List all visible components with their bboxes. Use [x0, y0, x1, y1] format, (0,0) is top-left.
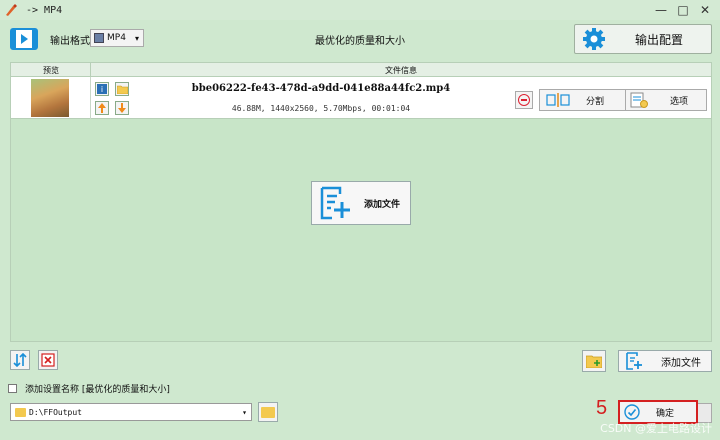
- format-value: MP4: [107, 33, 126, 43]
- output-path-select[interactable]: D:\FFOutput ▾: [10, 403, 252, 421]
- bottom-toolbar: 添加文件: [0, 350, 720, 374]
- preset-name-checkbox[interactable]: [8, 383, 17, 393]
- svg-text:i: i: [101, 85, 103, 94]
- split-label: 分割: [586, 96, 605, 107]
- split-button[interactable]: 分割: [539, 89, 631, 111]
- add-file-icon: [626, 352, 642, 370]
- maximize-button[interactable]: □: [672, 0, 694, 20]
- folder-icon: [261, 406, 275, 418]
- split-icon: [546, 93, 570, 107]
- format-select[interactable]: MP4 ▾: [90, 29, 144, 47]
- watermark: CSDN @爱上电路设计: [600, 422, 712, 435]
- options-button[interactable]: 选项: [625, 89, 707, 111]
- window-title: -> MP4: [26, 4, 63, 16]
- minimize-button[interactable]: —: [650, 0, 672, 20]
- format-label: 输出格式: [50, 36, 90, 47]
- preset-name-row: 添加设置名称 [最优化的质量和大小]: [8, 382, 170, 395]
- info-button[interactable]: i: [95, 82, 109, 96]
- step-number-annotation: 5: [596, 397, 608, 419]
- file-list: 预览 文件信息 i bbe06222-fe43-478d-a9dd-041e88…: [10, 62, 712, 342]
- add-folder-icon: [586, 355, 602, 368]
- chevron-down-icon: ▾: [242, 407, 247, 417]
- column-header-file-info: 文件信息: [385, 66, 417, 75]
- move-down-button[interactable]: [115, 101, 129, 115]
- quality-text: 最优化的质量和大小: [315, 36, 405, 47]
- video-format-icon: [10, 28, 38, 50]
- add-file-icon: [320, 186, 350, 220]
- info-icon: i: [97, 84, 107, 94]
- title-bar: -> MP4 — □ ✕: [0, 0, 720, 20]
- folder-icon: [15, 407, 26, 417]
- file-row[interactable]: i bbe06222-fe43-478d-a9dd-041e88a44fc2.m…: [11, 77, 711, 119]
- remove-file-button[interactable]: [515, 91, 533, 109]
- minus-circle-icon: [518, 94, 530, 106]
- add-file-center-button[interactable]: 添加文件: [311, 181, 411, 225]
- open-folder-button[interactable]: [115, 82, 129, 96]
- output-config-label: 输出配置: [635, 32, 684, 47]
- sort-icon: [13, 353, 27, 367]
- delete-icon: [41, 353, 55, 367]
- column-header-preview: 预览: [43, 66, 59, 75]
- video-thumbnail: [31, 79, 69, 117]
- add-file-center-label: 添加文件: [364, 199, 401, 210]
- toolbar: 输出格式 MP4 ▾ 最优化的质量和大小 输出配置: [0, 20, 720, 58]
- clear-list-button[interactable]: [38, 350, 58, 370]
- check-circle-icon: [624, 404, 640, 420]
- list-header: 预览 文件信息: [11, 63, 711, 77]
- add-file-label: 添加文件: [661, 357, 701, 369]
- add-folder-button[interactable]: [582, 350, 606, 372]
- output-config-button[interactable]: 输出配置: [574, 24, 712, 54]
- file-name: bbe06222-fe43-478d-a9dd-041e88a44fc2.mp4: [191, 83, 451, 94]
- options-icon: [630, 92, 648, 108]
- browse-folder-button[interactable]: [258, 402, 278, 422]
- chevron-down-icon: ▾: [134, 33, 139, 43]
- add-file-button[interactable]: 添加文件: [618, 350, 712, 372]
- sort-button[interactable]: [10, 350, 30, 370]
- gear-icon: [583, 28, 605, 50]
- arrow-up-icon: [98, 103, 106, 113]
- output-path-value: D:\FFOutput: [29, 407, 82, 417]
- arrow-down-icon: [118, 103, 126, 113]
- preset-name-label: 添加设置名称 [最优化的质量和大小]: [25, 384, 170, 395]
- options-label: 选项: [670, 96, 689, 107]
- move-up-button[interactable]: [95, 101, 109, 115]
- format-icon: [94, 33, 104, 43]
- folder-icon: [116, 85, 128, 94]
- app-icon: [6, 4, 17, 16]
- ok-label: 确定: [656, 408, 675, 419]
- close-button[interactable]: ✕: [694, 0, 716, 20]
- file-meta: 46.88M, 1440x2560, 5.70Mbps, 00:01:04: [231, 104, 411, 113]
